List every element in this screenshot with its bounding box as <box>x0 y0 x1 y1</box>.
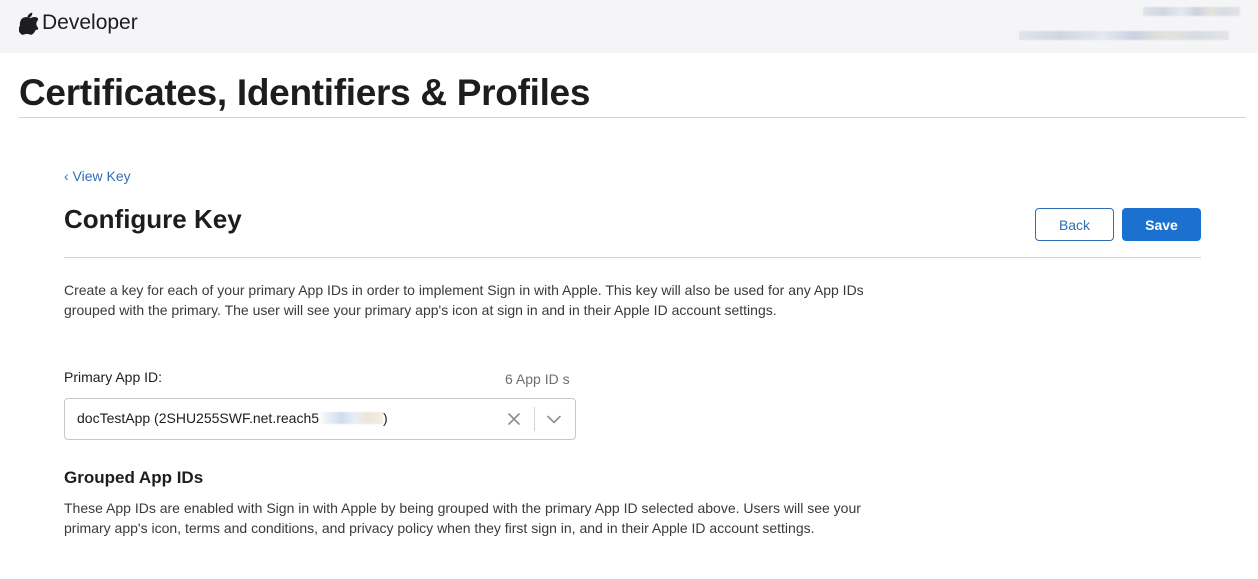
primary-app-id-label: Primary App ID: <box>64 369 163 385</box>
page-title: Certificates, Identifiers & Profiles <box>19 72 591 113</box>
top-navigation-bar: Developer <box>0 0 1258 53</box>
chevron-down-icon[interactable] <box>545 410 563 428</box>
brand-label: Developer <box>42 11 138 34</box>
primary-app-id-suffix: ) <box>383 410 388 426</box>
save-button[interactable]: Save <box>1122 208 1201 241</box>
app-id-redacted <box>319 412 384 424</box>
primary-app-id-select[interactable]: docTestApp (2SHU255SWF.net.reach5) <box>64 398 576 440</box>
developer-home-link[interactable]: Developer <box>19 11 138 35</box>
account-team-redacted <box>1019 31 1229 40</box>
close-icon[interactable] <box>505 410 523 428</box>
grouped-app-ids-description: These App IDs are enabled with Sign in w… <box>64 500 861 536</box>
title-divider <box>19 117 1246 118</box>
section-divider <box>64 257 1201 258</box>
apple-logo-icon <box>19 12 38 35</box>
section-title: Configure Key <box>64 204 242 234</box>
grouped-app-ids-heading: Grouped App IDs <box>64 468 204 487</box>
account-name-redacted <box>1143 7 1240 16</box>
key-description: Create a key for each of your primary Ap… <box>64 282 864 318</box>
primary-app-id-value: docTestApp (2SHU255SWF.net.reach5) <box>77 410 388 426</box>
select-divider <box>534 407 535 431</box>
view-key-back-link[interactable]: ‹ View Key <box>64 168 131 184</box>
app-id-count: 6 App ID s <box>505 371 570 387</box>
primary-app-id-text: docTestApp (2SHU255SWF.net.reach5 <box>77 410 320 426</box>
back-button[interactable]: Back <box>1035 208 1114 241</box>
